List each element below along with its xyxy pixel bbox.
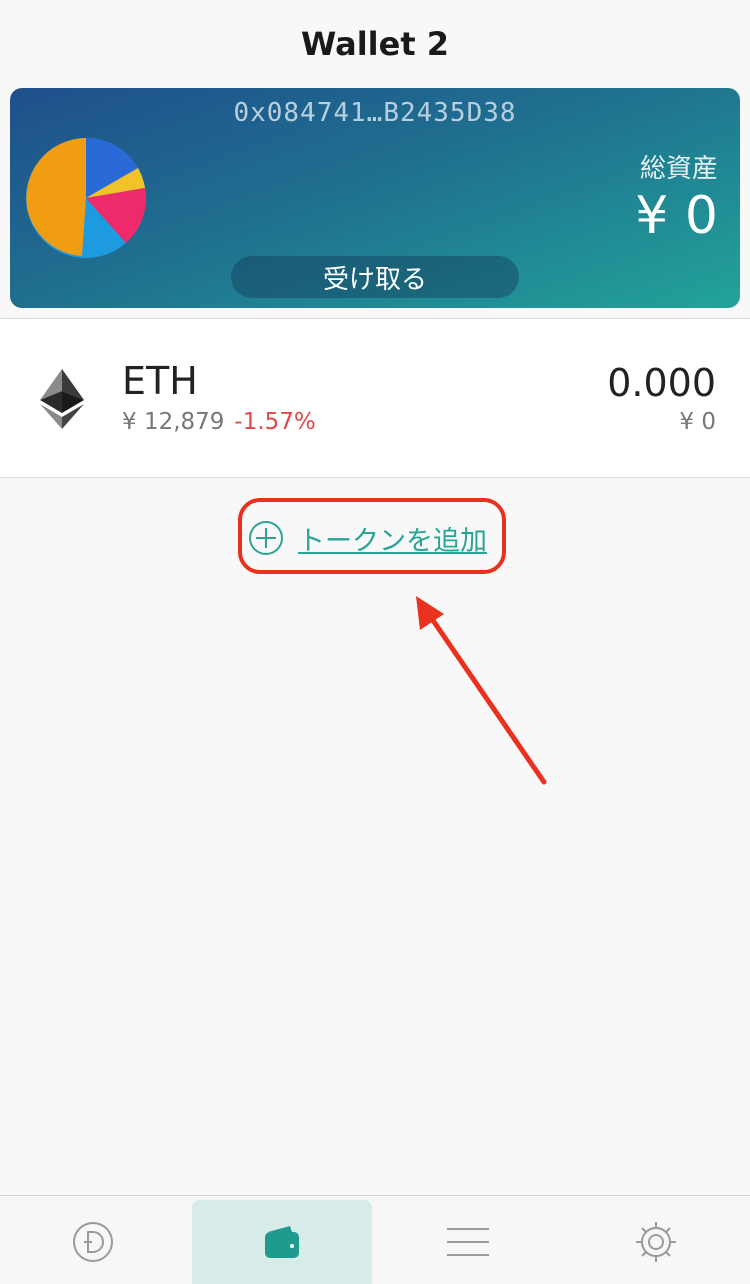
token-row-eth[interactable]: ETH ¥ 12,879 -1.57% 0.000 ¥ 0: [0, 318, 750, 478]
dapp-icon: [73, 1222, 113, 1262]
receive-button[interactable]: 受け取る: [231, 256, 519, 298]
token-price-value: ¥ 12,879: [122, 409, 225, 435]
menu-icon: [447, 1228, 489, 1256]
ethereum-icon: [40, 369, 84, 429]
tab-wallet[interactable]: [192, 1200, 372, 1284]
token-price-change: -1.57%: [234, 409, 316, 435]
token-fiat-value: ¥ 0: [679, 409, 716, 435]
annotation-highlight-box: [238, 498, 506, 574]
receive-button-label: 受け取る: [322, 264, 427, 295]
portfolio-pie-icon: [26, 137, 146, 258]
tab-settings[interactable]: [566, 1200, 746, 1284]
token-symbol: ETH: [122, 359, 198, 403]
token-amount: 0.000: [607, 361, 716, 405]
wallet-address: 0x084741…B2435D38: [233, 98, 517, 128]
annotation-arrow-icon: [416, 596, 547, 785]
page-title: Wallet 2: [300, 25, 450, 63]
total-assets-value: ¥ 0: [635, 186, 718, 246]
wallet-card: 0x084741…B2435D38 総資産 ¥ 0 受け取る: [10, 88, 740, 308]
token-price: ¥ 12,879 -1.57%: [122, 409, 316, 435]
total-assets-label: 総資産: [639, 154, 718, 184]
wallet-icon: [265, 1226, 299, 1258]
header: Wallet 2: [0, 0, 750, 88]
tab-dapps[interactable]: [3, 1200, 183, 1284]
settings-icon: [636, 1222, 676, 1262]
tab-history[interactable]: [378, 1200, 558, 1284]
tab-bar: [0, 1195, 750, 1284]
